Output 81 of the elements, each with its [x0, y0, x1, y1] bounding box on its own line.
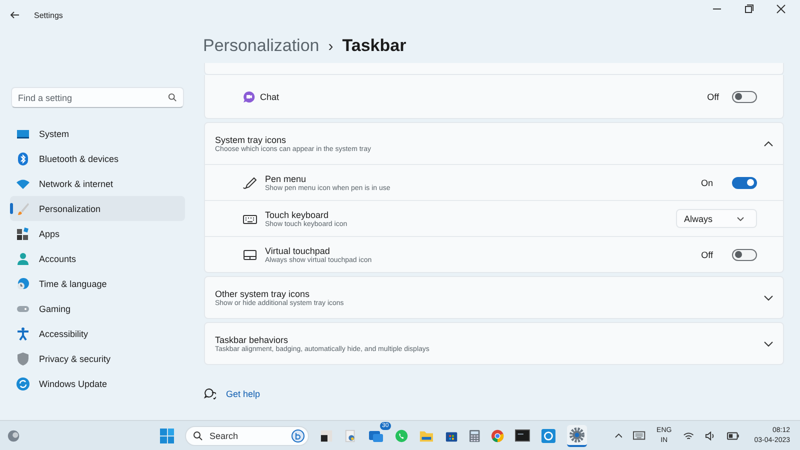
maximize-icon[interactable] — [744, 4, 754, 14]
sidebar-label: Personalization — [39, 204, 101, 214]
back-arrow-icon[interactable] — [10, 11, 20, 19]
sidebar-item[interactable]: Accounts — [10, 246, 185, 271]
shield-icon — [16, 352, 30, 366]
sidebar-item[interactable]: System — [10, 121, 185, 146]
start-icon[interactable] — [160, 428, 174, 444]
chevron-down-icon — [764, 340, 773, 346]
chevron-up-icon[interactable] — [614, 433, 622, 438]
close-icon[interactable] — [776, 4, 786, 14]
sidebar-label: Time & language — [39, 278, 107, 288]
person-icon — [16, 252, 30, 266]
circle-app-icon[interactable] — [540, 428, 556, 444]
sync-icon — [16, 376, 30, 390]
globe-clock-icon — [16, 276, 30, 290]
sidebar-item[interactable]: Apps — [10, 221, 185, 246]
sidebar-label: Privacy & security — [39, 354, 111, 364]
touchpad-icon — [243, 248, 257, 260]
settings-icon — [569, 426, 586, 442]
bluetooth-icon — [16, 152, 30, 166]
sidebar-item[interactable]: Network & internet — [10, 171, 185, 196]
sidebar-item[interactable]: Accessibility — [10, 321, 185, 346]
chevron-down-icon — [764, 294, 773, 300]
sidebar-label: Gaming — [39, 304, 71, 314]
chat-bubble-icon — [243, 90, 255, 102]
paintbrush-icon — [16, 202, 30, 216]
page-title: Taskbar — [342, 36, 406, 56]
setting-label: Chat — [260, 92, 280, 102]
battery-icon[interactable] — [727, 432, 740, 440]
sidebar-item[interactable]: Time & language — [10, 271, 185, 296]
weather-icon[interactable] — [7, 428, 20, 442]
window-thumbnail-icon[interactable] — [320, 428, 333, 442]
calculator-icon[interactable] — [468, 428, 480, 442]
sidebar-item[interactable]: Windows Update — [10, 371, 185, 396]
wifi-icon[interactable] — [682, 430, 694, 440]
sidebar-label: Accounts — [39, 254, 76, 264]
toggle-state-label: Off — [701, 250, 713, 260]
sidebar-label: Bluetooth & devices — [39, 154, 119, 164]
breadcrumb-separator: › — [328, 38, 334, 54]
taskbar-search-field[interactable]: Search — [185, 426, 309, 446]
keyboard-icon[interactable] — [633, 431, 646, 440]
breadcrumb-parent[interactable]: Personalization — [203, 36, 320, 56]
sidebar-label: Apps — [39, 228, 60, 238]
settings-app-button[interactable] — [566, 424, 588, 446]
toggle-switch[interactable] — [732, 90, 757, 102]
toggle-switch[interactable] — [732, 248, 757, 260]
search-icon — [193, 430, 204, 440]
accessibility-icon — [16, 326, 30, 340]
toggle-state-label: On — [700, 178, 713, 188]
browser-icon[interactable] — [490, 428, 504, 442]
setting-title: Virtual touchpad — [265, 246, 331, 256]
chevron-up-icon — [764, 140, 773, 146]
help-link[interactable]: Get help — [226, 389, 260, 399]
dropdown[interactable]: Always — [676, 209, 757, 228]
document-icon[interactable] — [344, 428, 357, 442]
toggle-switch[interactable] — [732, 176, 757, 188]
section-title: Other system tray icons — [215, 288, 311, 298]
window-title: Settings — [34, 10, 63, 20]
sidebar-item[interactable]: Personalization — [10, 196, 185, 221]
pen-icon — [243, 176, 257, 188]
sidebar-label: Accessibility — [39, 328, 88, 338]
terminal-icon[interactable] — [515, 429, 530, 442]
setting-title: Pen menu — [265, 174, 308, 184]
settings-search-field[interactable]: Find a setting — [11, 87, 184, 108]
setting-title: Touch keyboard — [265, 210, 330, 220]
help-icon — [204, 388, 216, 400]
sidebar-label: Network & internet — [39, 178, 114, 188]
apps-icon — [16, 226, 30, 240]
keyboard-icon — [243, 212, 257, 224]
speaker-icon[interactable] — [704, 430, 716, 440]
chevron-down-icon — [737, 216, 744, 220]
section-title: Taskbar behaviors — [215, 334, 290, 344]
sidebar-item[interactable]: Gaming — [10, 296, 185, 321]
sidebar-item[interactable]: Bluetooth & devices — [10, 146, 185, 171]
toggle-state-label: Off — [707, 92, 719, 102]
search-icon — [168, 93, 177, 102]
folder-icon[interactable] — [418, 428, 434, 442]
section-title: System tray icons — [215, 134, 288, 144]
sidebar-label: Windows Update — [39, 378, 108, 388]
sidebar-label: System — [39, 128, 70, 138]
sidebar-item[interactable]: Privacy & security — [10, 346, 185, 371]
